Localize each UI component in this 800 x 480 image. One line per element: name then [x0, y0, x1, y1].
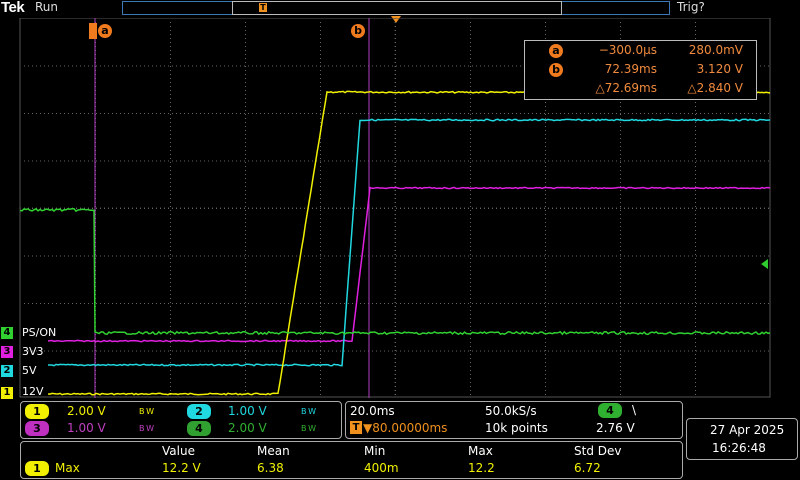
delay-icon: T [350, 421, 362, 434]
channel-3-scale: 1.00 V [67, 421, 106, 435]
date: 27 Apr 2025 [710, 423, 785, 437]
cursor-readout-box: a −300.0µs 280.0mV b 72.39ms 3.120 V △72… [524, 40, 757, 100]
measurement-source-chip[interactable]: 1 [25, 461, 49, 476]
date-time-panel: 27 Apr 2025 16:26:48 [686, 418, 798, 460]
trigger-slope-icon: \ [632, 403, 637, 417]
record-length: 10k points [485, 421, 548, 435]
vertical-settings-panel[interactable]: 1 2.00 V B W 2 1.00 V B W 3 1.00 V B W 4… [20, 401, 342, 439]
cursor-b-readout-badge: b [549, 63, 563, 77]
meas-header-value: Value [162, 444, 195, 458]
trigger-status: Trig? [677, 0, 705, 14]
channel-2-label: 5V [22, 364, 37, 377]
meas-stddev: 6.72 [574, 461, 601, 475]
cursor-delta-time: △72.69ms [595, 81, 657, 95]
channel-1-scale: 2.00 V [67, 404, 106, 418]
channel-3-waveform [47, 186, 771, 343]
channel-4-label: PS/ON [22, 326, 57, 339]
trigger-position-icon: T [259, 3, 267, 12]
cursor-delta-voltage: △2.840 V [687, 81, 743, 95]
channel-4-scale: 2.00 V [228, 421, 267, 435]
channel-1-label: 12V [22, 385, 44, 398]
channel-4-waveform [19, 207, 771, 336]
brand-logo: Tek [1, 0, 25, 16]
cursor-b-time: 72.39ms [604, 62, 657, 76]
channel-4-ground-marker[interactable]: 4 [1, 327, 13, 339]
channel-2-waveform [48, 118, 771, 367]
channel-2-scale: 1.00 V [228, 404, 267, 418]
meas-header-min: Min [364, 444, 386, 458]
meas-min: 400m [364, 461, 399, 475]
sample-rate: 50.0kS/s [485, 404, 537, 418]
channel-2-chip[interactable]: 2 [187, 404, 211, 419]
horizontal-delay: ▼80.00000ms [363, 421, 448, 435]
channel-4-bw-limit: B W [301, 424, 316, 433]
channel-3-bw-limit: B W [139, 424, 154, 433]
acquisition-status[interactable]: Run [35, 0, 58, 14]
measurement-type: Max [55, 461, 80, 475]
record-view-window[interactable] [232, 1, 562, 15]
trigger-level: 2.76 V [596, 421, 635, 435]
channel-2-bw-limit: B W [301, 407, 316, 416]
cursor-a-badge[interactable]: a [98, 24, 112, 38]
cursor-a-time: −300.0µs [598, 43, 657, 57]
meas-mean: 6.38 [257, 461, 284, 475]
trigger-source-chip[interactable]: 4 [598, 403, 622, 418]
channel-1-waveform [47, 90, 771, 396]
meas-header-max: Max [468, 444, 493, 458]
channel-1-bw-limit: B W [139, 407, 154, 416]
meas-header-stddev: Std Dev [574, 444, 622, 458]
meas-max: 12.2 [468, 461, 495, 475]
channel-1-chip[interactable]: 1 [25, 404, 49, 419]
channel-3-label: 3V3 [22, 345, 44, 358]
horizontal-trigger-panel[interactable]: 20.0ms 50.0kS/s 4 \ T ▼80.00000ms 10k po… [345, 401, 683, 439]
meas-header-mean: Mean [257, 444, 290, 458]
time: 16:26:48 [712, 441, 766, 455]
channel-2-ground-marker[interactable]: 2 [1, 365, 13, 377]
cursor-a-voltage: 280.0mV [688, 43, 743, 57]
cursor-b-voltage: 3.120 V [696, 62, 743, 76]
channel-1-ground-marker[interactable]: 1 [1, 387, 13, 399]
channel-3-chip[interactable]: 3 [25, 421, 49, 436]
timebase-scale: 20.0ms [350, 404, 395, 418]
cursor-b-badge[interactable]: b [351, 24, 365, 38]
channel-4-chip[interactable]: 4 [187, 421, 211, 436]
cursor-a-readout-badge: a [549, 44, 563, 58]
meas-value: 12.2 V [162, 461, 201, 475]
cursor-a-flag[interactable] [89, 23, 97, 39]
trigger-level-marker[interactable] [761, 259, 768, 269]
measurement-panel[interactable]: Value Mean Min Max Std Dev 1 Max 12.2 V … [20, 441, 683, 479]
channel-3-ground-marker[interactable]: 3 [1, 346, 13, 358]
